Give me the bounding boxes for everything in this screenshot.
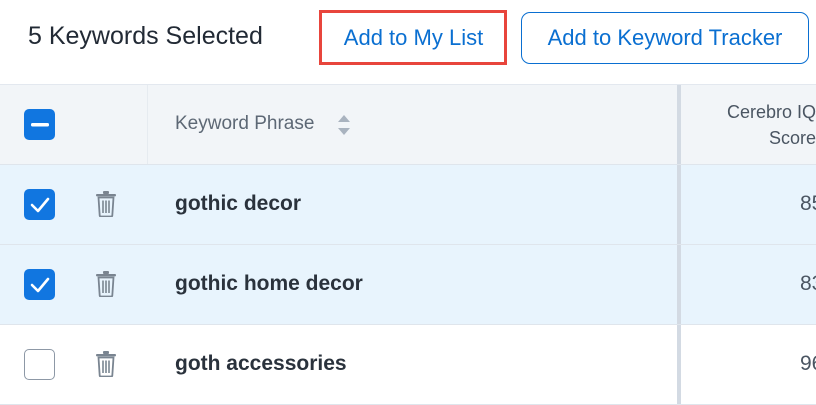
selected-count-label: 5 Keywords Selected xyxy=(28,22,263,50)
row-checkbox[interactable] xyxy=(24,349,55,380)
keyword-phrase: gothic decor xyxy=(175,192,302,215)
column-separator xyxy=(147,85,148,164)
table-row[interactable]: goth accessories 96 xyxy=(0,325,816,405)
column-resize-handle[interactable] xyxy=(677,85,681,164)
checkmark-icon xyxy=(30,277,49,292)
keyword-phrase: gothic home decor xyxy=(175,272,363,295)
keyword-phrase: goth accessories xyxy=(175,352,347,375)
cerebro-iq-score-column-header[interactable]: Cerebro IQ Score xyxy=(700,99,816,151)
score-header-line2: Score xyxy=(768,128,816,148)
keyword-table: Keyword Phrase Cerebro IQ Score gothic d… xyxy=(0,85,816,405)
trash-icon[interactable] xyxy=(95,271,117,297)
column-resize-handle[interactable] xyxy=(677,165,681,244)
select-all-checkbox[interactable] xyxy=(24,109,55,140)
table-header-row: Keyword Phrase Cerebro IQ Score xyxy=(0,85,816,165)
selection-toolbar: 5 Keywords Selected Add to My List Add t… xyxy=(0,0,816,85)
sort-icon[interactable] xyxy=(337,112,351,138)
add-to-keyword-tracker-button[interactable]: Add to Keyword Tracker xyxy=(521,12,809,64)
table-row[interactable]: gothic home decor 83 xyxy=(0,245,816,325)
score-header-line1: Cerebro IQ xyxy=(726,102,816,122)
table-row[interactable]: gothic decor 85 xyxy=(0,165,816,245)
trash-icon[interactable] xyxy=(95,351,117,377)
cerebro-iq-score: 83 xyxy=(800,272,816,295)
keyword-phrase-column-header[interactable]: Keyword Phrase xyxy=(175,113,314,135)
cerebro-iq-score: 85 xyxy=(800,192,816,215)
add-to-my-list-button[interactable]: Add to My List xyxy=(326,16,501,60)
minus-icon xyxy=(30,122,49,126)
row-checkbox[interactable] xyxy=(24,189,55,220)
checkmark-icon xyxy=(30,197,49,212)
trash-icon[interactable] xyxy=(95,191,117,217)
column-resize-handle[interactable] xyxy=(677,325,681,404)
cerebro-iq-score: 96 xyxy=(800,352,816,375)
column-resize-handle[interactable] xyxy=(677,245,681,324)
row-checkbox[interactable] xyxy=(24,269,55,300)
